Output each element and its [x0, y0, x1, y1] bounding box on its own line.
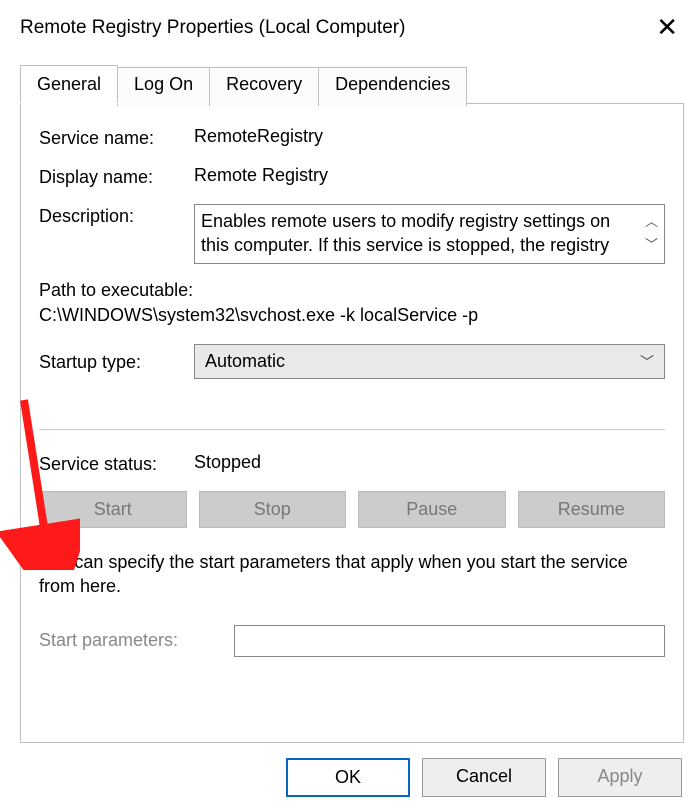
start-params-label: Start parameters: [39, 630, 234, 651]
description-label: Description: [39, 204, 194, 227]
startup-type-label: Startup type: [39, 350, 194, 373]
scroll-down-icon[interactable]: ﹀ [645, 234, 658, 253]
scroll-up-icon[interactable]: ︿ [645, 211, 658, 230]
tab-general[interactable]: General [20, 65, 118, 104]
ok-button[interactable]: OK [286, 758, 410, 797]
tab-recovery[interactable]: Recovery [209, 67, 319, 106]
description-text: Enables remote users to modify registry … [201, 209, 641, 258]
titlebar: Remote Registry Properties (Local Comput… [0, 0, 700, 51]
start-button[interactable]: Start [39, 491, 187, 528]
stop-button[interactable]: Stop [199, 491, 347, 528]
apply-button[interactable]: Apply [558, 758, 682, 797]
display-name-label: Display name: [39, 165, 194, 188]
display-name-value: Remote Registry [194, 165, 328, 186]
close-icon[interactable]: ✕ [650, 12, 684, 43]
separator [39, 429, 665, 430]
cancel-button[interactable]: Cancel [422, 758, 546, 797]
resume-button[interactable]: Resume [518, 491, 666, 528]
service-status-label: Service status: [39, 452, 194, 475]
service-name-value: RemoteRegistry [194, 126, 323, 147]
tab-bar: General Log On Recovery Dependencies [20, 65, 700, 104]
service-status-value: Stopped [194, 452, 261, 473]
description-box: Enables remote users to modify registry … [194, 204, 665, 264]
path-value: C:\WINDOWS\system32\svchost.exe -k local… [39, 305, 665, 326]
dialog-footer: OK Cancel Apply [0, 744, 700, 797]
startup-type-value: Automatic [205, 351, 285, 372]
pause-button[interactable]: Pause [358, 491, 506, 528]
path-label: Path to executable: [39, 280, 665, 301]
tab-dependencies[interactable]: Dependencies [318, 67, 467, 106]
tab-panel-general: Service name: RemoteRegistry Display nam… [20, 103, 684, 743]
service-name-label: Service name: [39, 126, 194, 149]
tab-log-on[interactable]: Log On [117, 67, 210, 106]
start-params-hint: You can specify the start parameters tha… [39, 550, 665, 599]
window-title: Remote Registry Properties (Local Comput… [20, 17, 405, 39]
chevron-down-icon: ﹀ [640, 352, 654, 372]
start-params-input[interactable] [234, 625, 665, 657]
startup-type-select[interactable]: Automatic ﹀ [194, 344, 665, 379]
